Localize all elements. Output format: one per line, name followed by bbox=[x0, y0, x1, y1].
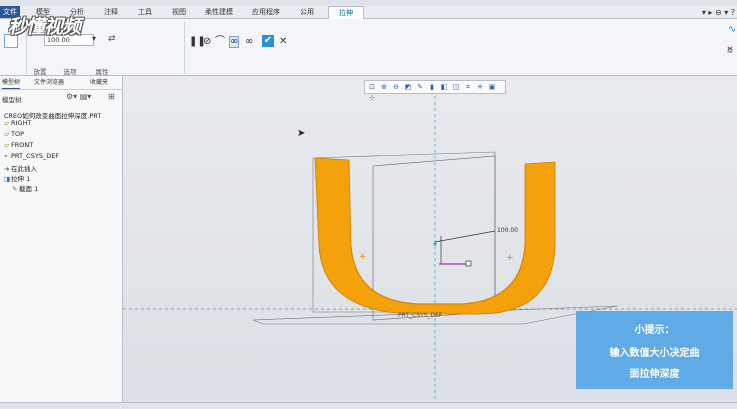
extrude-icon: ◨ bbox=[4, 175, 11, 183]
tree-row-label: FRONT bbox=[11, 141, 34, 149]
tip-line-1: 输入数值大小决定曲 bbox=[609, 348, 700, 359]
datum-plane-icon: ▱ bbox=[4, 119, 9, 127]
datum-plane-icon: ▱ bbox=[4, 141, 9, 149]
sketch-icon: ✎ bbox=[12, 185, 18, 193]
tip-line-2: 面拉伸深度 bbox=[629, 369, 680, 380]
properties-group-label[interactable]: 属性 bbox=[90, 66, 114, 76]
tree-row-label: 在此插入 bbox=[11, 165, 37, 173]
tree-row-insert-here[interactable]: ➜ 在此插入 bbox=[4, 163, 37, 173]
window-controls[interactable]: ▾ ▸ ⊖ ▾ ? bbox=[702, 8, 735, 17]
csys-label: PRT_CSYS_DEF bbox=[398, 312, 443, 319]
panel-divider bbox=[0, 89, 122, 90]
center-marker: + bbox=[506, 253, 514, 263]
flip-direction-icon[interactable]: ⇄ bbox=[108, 34, 116, 44]
tree-filter-icon[interactable]: ⊞ bbox=[108, 92, 115, 101]
datum-plane-icon: ▱ bbox=[4, 130, 9, 138]
tip-box: 小提示： 输入数值大小决定曲 面拉伸深度 bbox=[576, 311, 733, 389]
group-separator bbox=[184, 22, 185, 74]
tab-view[interactable]: 视图 bbox=[166, 6, 192, 18]
tab-tools[interactable]: 工具 bbox=[132, 6, 158, 18]
tree-row-label: TOP bbox=[11, 130, 25, 138]
tab-model-tree[interactable]: 模型树 bbox=[2, 78, 21, 89]
verify-preview-icon[interactable]: ∞ bbox=[229, 36, 240, 48]
tree-row-section[interactable]: ✎ 截面 1 bbox=[12, 183, 38, 193]
datum-icon[interactable]: ∿ bbox=[728, 25, 736, 35]
tip-title: 小提示： bbox=[634, 325, 675, 336]
tree-row-top[interactable]: ▱ TOP bbox=[4, 130, 24, 138]
tab-favorites[interactable]: 收藏夹 bbox=[90, 78, 108, 88]
tree-row-right[interactable]: ▱ RIGHT bbox=[4, 119, 31, 127]
tab-applications[interactable]: 应用程序 bbox=[246, 6, 286, 18]
drag-handle bbox=[465, 260, 472, 267]
tree-settings-icon[interactable]: ⚙▾ ▤▾ bbox=[66, 92, 91, 101]
tree-row-csys[interactable]: ⌖ PRT_CSYS_DEF bbox=[4, 152, 59, 161]
tree-row-extrude[interactable]: ◨拉伸 1 bbox=[4, 173, 30, 183]
tree-row-front[interactable]: ▱ FRONT bbox=[4, 141, 33, 149]
tree-row-label: 截面 1 bbox=[19, 185, 39, 193]
center-marker: + bbox=[359, 252, 367, 262]
ribbon-datum-label: 基 bbox=[727, 47, 734, 54]
insert-arrow-icon: ➜ bbox=[4, 165, 10, 173]
tab-extrude[interactable]: 拉伸 bbox=[328, 6, 364, 19]
tab-flexible-modeling[interactable]: 柔性建模 bbox=[200, 6, 238, 18]
tab-file-browser[interactable]: 文件浏览器 bbox=[34, 78, 64, 88]
tab-utilities[interactable]: 公用 bbox=[294, 6, 320, 18]
no-preview-icon[interactable]: ⊘ bbox=[203, 37, 211, 47]
cancel-close-icon[interactable]: ✕ bbox=[279, 37, 287, 47]
depth-dimension-label[interactable]: 100.00 bbox=[497, 227, 518, 234]
options-group-label[interactable]: 选项 bbox=[58, 66, 82, 76]
datum-plane-right bbox=[372, 155, 496, 321]
model-tree-header: 模型树 bbox=[2, 96, 22, 104]
watermark-logo: 秒懂视频 bbox=[8, 16, 81, 38]
verify-icon[interactable]: ∞ bbox=[245, 37, 253, 47]
tree-row-label: PRT_CSYS_DEF bbox=[11, 152, 60, 160]
ribbon-tab-bar: 文件 模型 分析 注释 工具 视图 柔性建模 应用程序 公用 拉伸 ▾ ▸ ⊖ … bbox=[0, 6, 737, 19]
tree-row-label: RIGHT bbox=[11, 119, 32, 127]
preview-icon[interactable]: ⌒ bbox=[215, 37, 225, 47]
csys-icon: ⌖ bbox=[4, 152, 8, 160]
ok-check-icon[interactable]: ✔ bbox=[262, 35, 274, 47]
placement-group-label[interactable]: 放置 bbox=[28, 66, 52, 76]
depth-dropdown-icon[interactable]: ▾ bbox=[92, 34, 96, 43]
mouse-cursor-icon: ➤ bbox=[297, 128, 306, 139]
tree-row-label: 拉伸 1 bbox=[11, 175, 31, 183]
depth-dimension-line bbox=[434, 230, 496, 243]
tab-annotate[interactable]: 注释 bbox=[98, 6, 124, 18]
